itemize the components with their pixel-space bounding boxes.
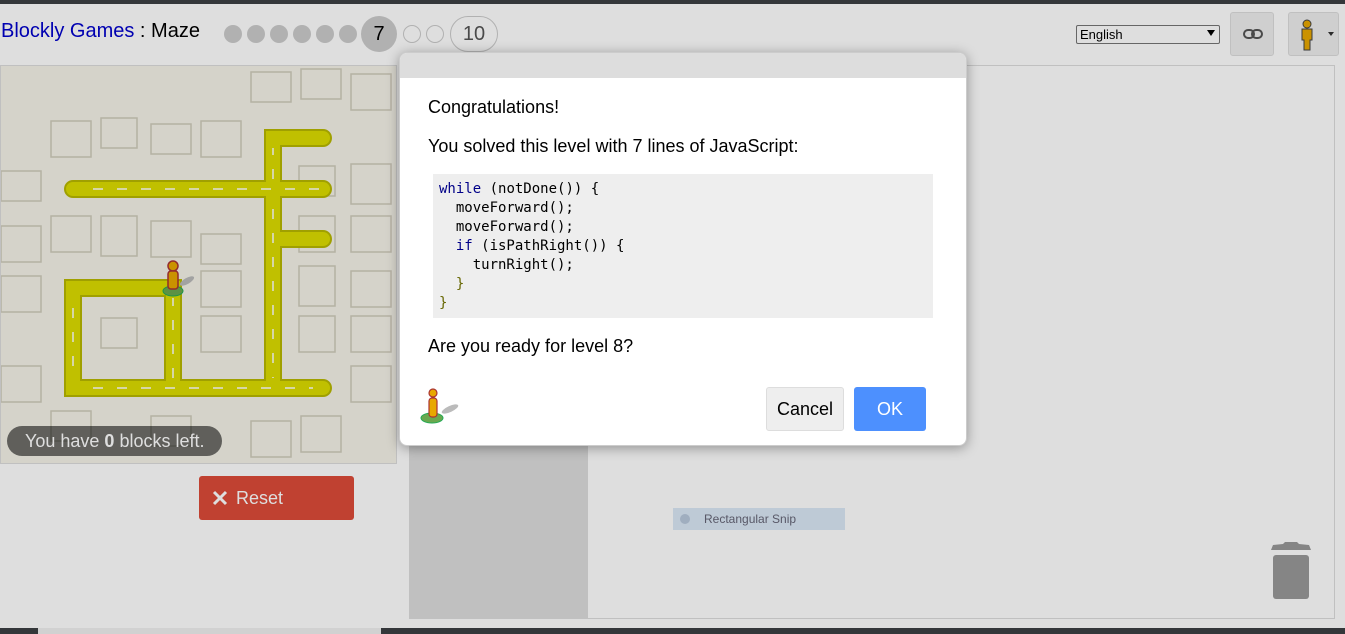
code-line-4: (isPathRight()) { bbox=[472, 238, 625, 254]
code-block: while (notDone()) { moveForward(); moveF… bbox=[433, 174, 933, 318]
ok-button[interactable]: OK bbox=[854, 387, 926, 431]
next-level-question: Are you ready for level 8? bbox=[428, 336, 634, 356]
code-line-6: } bbox=[439, 276, 465, 292]
cancel-button[interactable]: Cancel bbox=[766, 387, 844, 431]
code-line-1: (notDone()) { bbox=[481, 181, 600, 197]
code-keyword-if: if bbox=[455, 238, 473, 254]
code-line-5: turnRight(); bbox=[439, 257, 574, 273]
congratulations-dialog: Congratulations! You solved this level w… bbox=[399, 52, 967, 446]
solved-text: You solved this level with 7 lines of Ja… bbox=[428, 136, 799, 156]
pegman-icon bbox=[420, 388, 459, 424]
congrats-text: Congratulations! bbox=[428, 97, 560, 117]
code-line-2: moveForward(); bbox=[439, 200, 574, 216]
code-line-3: moveForward(); bbox=[439, 219, 574, 235]
code-keyword-while: while bbox=[439, 181, 482, 197]
code-line-7: } bbox=[439, 295, 448, 311]
dialog-title-bar[interactable] bbox=[400, 53, 966, 78]
